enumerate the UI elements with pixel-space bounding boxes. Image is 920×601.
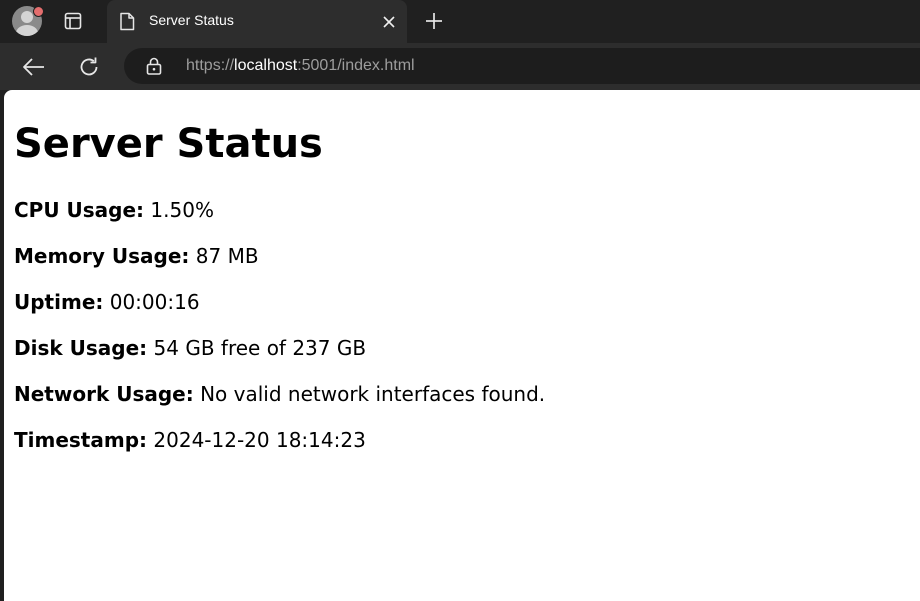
page-viewport: Server Status CPU Usage: 1.50% Memory Us… [4,90,920,601]
stat-value: No valid network interfaces found. [200,382,546,406]
stat-timestamp: Timestamp: 2024-12-20 18:14:23 [14,428,366,452]
close-icon[interactable] [379,12,399,32]
stat-uptime: Uptime: 00:00:16 [14,290,200,314]
stat-label: CPU Usage: [14,198,145,222]
tab-strip: Server Status [0,0,920,43]
stat-network-usage: Network Usage: No valid network interfac… [14,382,545,406]
stat-label: Timestamp: [14,428,148,452]
stat-memory-usage: Memory Usage: 87 MB [14,244,259,268]
url-path: :5001/index.html [297,57,415,74]
stat-value: 00:00:16 [109,290,200,314]
stat-label: Network Usage: [14,382,194,406]
stat-disk-usage: Disk Usage: 54 GB free of 237 GB [14,336,366,360]
back-arrow-icon[interactable] [20,53,48,81]
stat-value: 54 GB free of 237 GB [153,336,367,360]
tab-title: Server Status [149,12,234,28]
tab-actions-icon[interactable] [62,10,84,32]
stat-value: 1.50% [150,198,214,222]
toolbar: https://localhost:5001/index.html [0,43,920,90]
stat-label: Disk Usage: [14,336,148,360]
url-host: localhost [234,57,298,74]
tab-server-status[interactable]: Server Status [107,0,407,43]
stat-label: Uptime: [14,290,104,314]
stat-value: 87 MB [195,244,259,268]
url-text[interactable]: https://localhost:5001/index.html [186,57,415,75]
lock-icon[interactable] [146,57,162,79]
stat-value: 2024-12-20 18:14:23 [153,428,366,452]
plus-icon[interactable] [422,9,446,33]
document-icon [119,12,135,35]
stat-cpu-usage: CPU Usage: 1.50% [14,198,214,222]
notification-dot [33,6,44,17]
stat-label: Memory Usage: [14,244,190,268]
address-bar[interactable]: https://localhost:5001/index.html [124,48,920,84]
page-title: Server Status [14,121,323,167]
reload-icon[interactable] [75,53,103,81]
url-scheme: https:// [186,57,235,74]
